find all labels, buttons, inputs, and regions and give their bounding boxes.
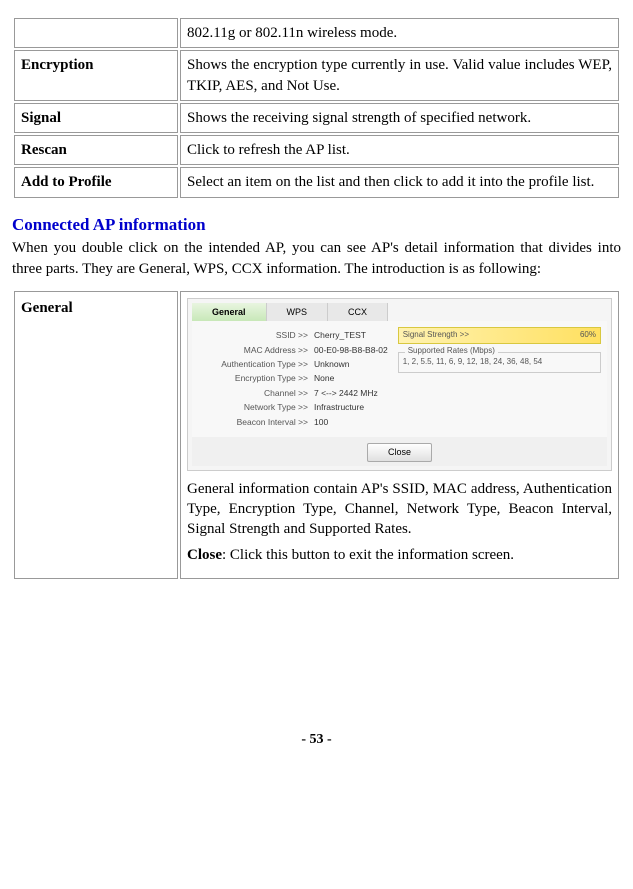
- kv-val: 00-E0-98-B8-B8-02: [314, 345, 388, 356]
- kv-key: Encryption Type >>: [198, 373, 314, 384]
- def-desc-signal: Shows the receiving signal strength of s…: [180, 103, 619, 133]
- embedded-screenshot: General WPS CCX SSID >>Cherry_TEST MAC A…: [187, 298, 612, 471]
- tab-general[interactable]: General: [192, 303, 267, 321]
- table-row: Encryption Shows the encryption type cur…: [14, 50, 619, 101]
- close-button-row: Close: [192, 437, 607, 465]
- kv-row-auth: Authentication Type >>Unknown: [198, 359, 388, 370]
- kv-row-chan: Channel >>7 <--> 2442 MHz: [198, 388, 388, 399]
- general-close-line: Close: Click this button to exit the inf…: [187, 545, 612, 565]
- general-description: General information contain AP's SSID, M…: [187, 479, 612, 566]
- kv-key: Beacon Interval >>: [198, 417, 314, 428]
- signal-value: 60%: [580, 330, 596, 341]
- def-label-signal: Signal: [14, 103, 178, 133]
- page-number: - 53 -: [12, 731, 621, 750]
- table-row: 802.11g or 802.11n wireless mode.: [14, 18, 619, 48]
- kv-val: Infrastructure: [314, 402, 364, 413]
- tab-ccx[interactable]: CCX: [328, 303, 388, 321]
- kv-key: MAC Address >>: [198, 345, 314, 356]
- tab-wps[interactable]: WPS: [267, 303, 329, 321]
- kv-val: None: [314, 373, 334, 384]
- kv-key: Authentication Type >>: [198, 359, 314, 370]
- kv-key: Channel >>: [198, 388, 314, 399]
- def-label-rescan: Rescan: [14, 135, 178, 165]
- close-desc: : Click this button to exit the informat…: [222, 547, 514, 563]
- signal-strength-bar: Signal Strength >> 60%: [398, 327, 601, 344]
- def-desc-encryption: Shows the encryption type currently in u…: [180, 50, 619, 101]
- right-col: Signal Strength >> 60% Supported Rates (…: [398, 327, 601, 431]
- panel-body: SSID >>Cherry_TEST MAC Address >>00-E0-9…: [192, 321, 607, 437]
- table-row: Add to Profile Select an item on the lis…: [14, 167, 619, 197]
- kv-row-ssid: SSID >>Cherry_TEST: [198, 330, 388, 341]
- kv-key: SSID >>: [198, 330, 314, 341]
- table-row: Signal Shows the receiving signal streng…: [14, 103, 619, 133]
- section-heading: Connected AP information: [12, 214, 621, 237]
- section-paragraph: When you double click on the intended AP…: [12, 238, 621, 279]
- close-bold: Close: [187, 547, 222, 563]
- signal-label: Signal Strength >>: [403, 330, 469, 341]
- general-label: General: [14, 291, 178, 579]
- kv-list: SSID >>Cherry_TEST MAC Address >>00-E0-9…: [198, 327, 388, 431]
- kv-val: 100: [314, 417, 328, 428]
- kv-val: Cherry_TEST: [314, 330, 366, 341]
- kv-key: Network Type >>: [198, 402, 314, 413]
- kv-row-enc: Encryption Type >>None: [198, 373, 388, 384]
- def-label-encryption: Encryption: [14, 50, 178, 101]
- rates-list: 1, 2, 5.5, 11, 6, 9, 12, 18, 24, 36, 48,…: [403, 357, 596, 368]
- tabs-row: General WPS CCX: [192, 303, 607, 321]
- general-desc-text: General information contain AP's SSID, M…: [187, 479, 612, 540]
- kv-val: 7 <--> 2442 MHz: [314, 388, 378, 399]
- general-cell: General WPS CCX SSID >>Cherry_TEST MAC A…: [180, 291, 619, 579]
- definition-table: 802.11g or 802.11n wireless mode. Encryp…: [12, 16, 621, 200]
- rates-title: Supported Rates (Mbps): [405, 346, 498, 357]
- rates-box: Supported Rates (Mbps) 1, 2, 5.5, 11, 6,…: [398, 352, 601, 373]
- def-label-addprofile: Add to Profile: [14, 167, 178, 197]
- def-desc-addprofile: Select an item on the list and then clic…: [180, 167, 619, 197]
- def-label-empty: [14, 18, 178, 48]
- general-table: General General WPS CCX SSID >>Cherry_TE…: [12, 289, 621, 581]
- def-desc-rescan: Click to refresh the AP list.: [180, 135, 619, 165]
- kv-row-net: Network Type >>Infrastructure: [198, 402, 388, 413]
- table-row: Rescan Click to refresh the AP list.: [14, 135, 619, 165]
- def-desc-mode: 802.11g or 802.11n wireless mode.: [180, 18, 619, 48]
- kv-row-mac: MAC Address >>00-E0-98-B8-B8-02: [198, 345, 388, 356]
- close-button[interactable]: Close: [367, 443, 432, 461]
- kv-val: Unknown: [314, 359, 349, 370]
- kv-row-beacon: Beacon Interval >>100: [198, 417, 388, 428]
- table-row: General General WPS CCX SSID >>Cherry_TE…: [14, 291, 619, 579]
